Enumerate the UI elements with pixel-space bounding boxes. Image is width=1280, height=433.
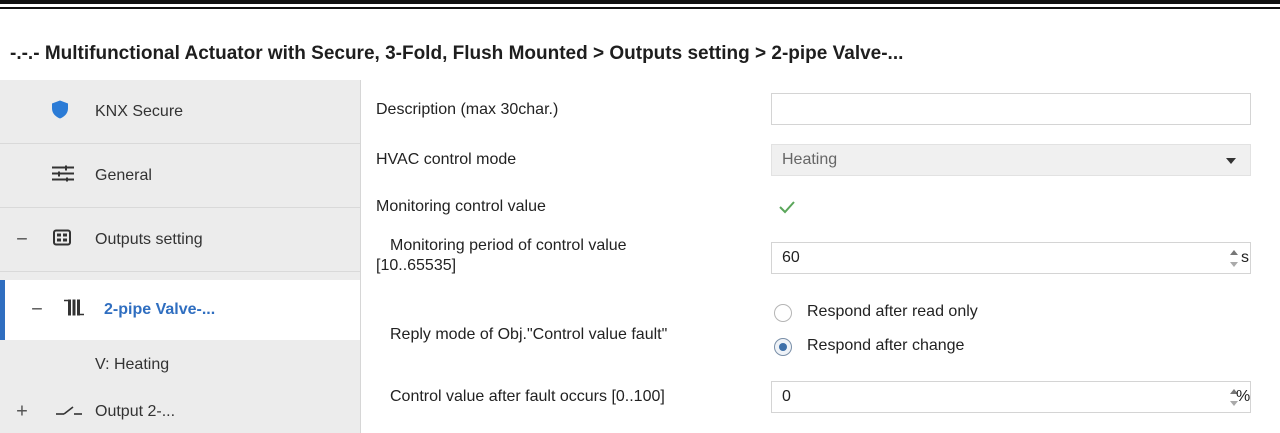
spinner-arrows-icon[interactable] (1230, 248, 1238, 270)
radio-label-after-change: Respond after change (807, 337, 965, 354)
period-spinbox[interactable]: 60 (771, 242, 1251, 274)
switch-icon (56, 403, 82, 421)
radio-respond-after-change[interactable] (774, 338, 792, 356)
top-border-thick (0, 0, 1280, 4)
chevron-down-icon (1226, 158, 1236, 164)
monitoring-label: Monitoring control value (376, 198, 546, 215)
fault-value-unit: % (1236, 388, 1251, 405)
title-bar: -.-.- Multifunctional Actuator with Secu… (0, 9, 1280, 81)
expand-toggle[interactable]: + (15, 400, 29, 423)
sidebar-item-label: 2-pipe Valve-... (104, 301, 216, 318)
collapse-toggle[interactable]: − (30, 299, 44, 322)
fault-value-label: Control value after fault occurs [0..100… (390, 388, 665, 405)
period-label-line1: Monitoring period of control value (390, 237, 627, 254)
sidebar-item-label: V: Heating (95, 356, 170, 373)
grid-icon (53, 229, 71, 250)
hvac-mode-label: HVAC control mode (376, 151, 517, 168)
shield-icon (52, 100, 68, 123)
sidebar-item-label: KNX Secure (95, 102, 184, 120)
sidebar-item-label: Outputs setting (95, 230, 203, 248)
sidebar-item-v-heating[interactable]: V: Heating (0, 340, 360, 390)
radiator-icon (64, 299, 84, 322)
sidebar-item-2-pipe-valve[interactable]: − 2-pipe Valve-... (0, 280, 360, 340)
selection-indicator (0, 280, 5, 340)
sliders-icon (52, 165, 74, 186)
monitoring-checkbox[interactable] (777, 197, 797, 217)
sidebar-item-label: General (95, 166, 152, 184)
sidebar-item-knx-secure[interactable]: KNX Secure (0, 80, 360, 144)
sidebar-item-outputs-setting[interactable]: − Outputs setting (0, 208, 360, 272)
description-label: Description (max 30char.) (376, 101, 559, 118)
collapse-toggle[interactable]: − (15, 228, 29, 251)
period-label-line2: [10..65535] (376, 257, 457, 274)
fault-value-spinbox[interactable]: 0 (771, 381, 1251, 413)
checkmark-icon (779, 201, 795, 214)
sidebar: KNX Secure General − Outputs setting − 2… (0, 80, 361, 433)
period-unit: s (1241, 249, 1249, 266)
radio-label-read-only: Respond after read only (807, 303, 978, 320)
parameter-panel: Description (max 30char.) HVAC control m… (361, 80, 1280, 433)
sidebar-item-output-2[interactable]: + Output 2-... (0, 390, 360, 433)
description-field[interactable] (771, 93, 1251, 125)
radio-respond-read-only[interactable] (774, 304, 792, 322)
sidebar-item-general[interactable]: General (0, 144, 360, 208)
reply-mode-label: Reply mode of Obj."Control value fault" (390, 326, 668, 343)
hvac-mode-select[interactable]: Heating (771, 144, 1251, 176)
breadcrumb: -.-.- Multifunctional Actuator with Secu… (10, 43, 904, 64)
sidebar-item-label: Output 2-... (95, 402, 176, 420)
